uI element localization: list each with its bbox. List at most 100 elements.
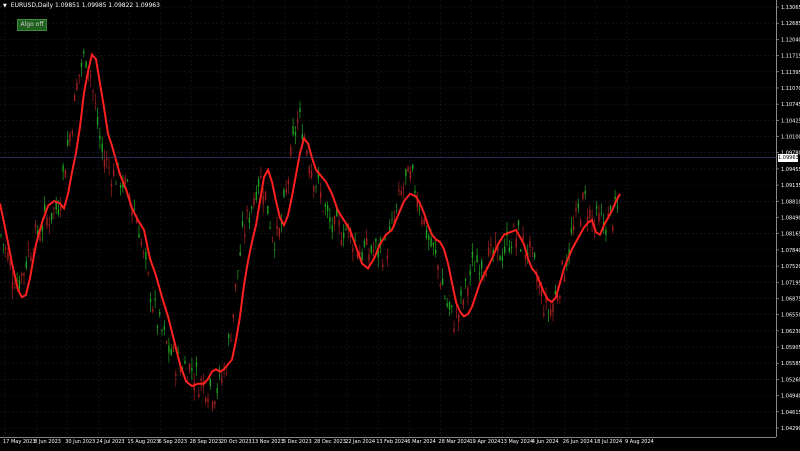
candle-body [255,191,257,201]
candle-body [175,373,177,376]
candle-body [361,252,363,260]
candle-body [142,251,145,253]
price-tick-label: 1.06230 [781,329,800,335]
candle-body [324,204,326,207]
candle-body [531,247,533,249]
candle-body [372,249,375,252]
symbol-label: EURUSD,Daily [10,2,54,9]
candle-body [276,225,278,230]
candle-body [412,164,414,170]
collapse-triangle-icon[interactable]: ▼ [3,3,7,9]
candle-body [297,119,299,123]
candle-body [119,185,122,188]
candle-body [168,345,170,353]
price-tick-label: 1.05905 [781,345,800,351]
candle-body [110,184,113,187]
candle-body [499,256,501,261]
candle-body [467,287,469,296]
candle-body [543,313,545,316]
time-tick-label: 26 Jun 2024 [563,439,593,445]
candle-body [540,289,543,297]
time-tick-label: 13 Feb 2024 [376,439,407,445]
candle-body [149,298,152,303]
candle-body [200,378,202,381]
candle-body [147,272,149,275]
candle-body [237,270,239,272]
candle-body [579,220,582,227]
candle-body [172,346,175,350]
candle-body [244,234,246,237]
candle-body [402,187,405,189]
candle-body [570,227,573,234]
candle-body [389,226,391,231]
candle-body [343,232,345,239]
candle-body [338,221,340,225]
price-tick-label: 1.12685 [781,21,800,27]
candle-body [407,166,409,173]
candle-body [616,206,619,208]
time-tick-label: 28 Dec 2023 [314,439,346,445]
candle-body [554,290,556,295]
candle-body [395,204,398,206]
candle-body [159,312,161,315]
candle-body [561,260,563,265]
candle-body [460,290,462,296]
candle-body [386,255,389,260]
candle-body [340,240,343,245]
candle-body [96,116,99,125]
chart-background [0,0,800,447]
candle-body [441,278,444,286]
candle-body [85,61,87,68]
candle-body [430,238,432,247]
candle-body [2,244,4,245]
candle-body [292,126,294,135]
candle-body [451,305,453,308]
candle-body [140,241,142,246]
chart-canvas[interactable]: 1.13065 1.12685 1.12040 1.11715 1.11395 1.110… [0,0,800,447]
candle-body [207,398,209,403]
candle-body [216,387,218,394]
candle-body [106,158,108,161]
candle-body [510,246,513,249]
candle-body [437,265,439,270]
candle-body [563,276,566,282]
candle-body [469,270,471,276]
time-tick-label: 19 Apr 2024 [470,439,501,445]
chart-window[interactable]: 1.13065 1.12685 1.12040 1.11715 1.11395 1.110… [0,0,800,447]
time-tick-label: 9 Aug 2024 [625,439,654,445]
candle-body [163,325,165,330]
candle-body [612,226,614,231]
candle-body [165,341,168,344]
candle-body [195,362,198,367]
candle-body [294,132,297,136]
candle-body [34,224,37,228]
current-price-tag: 1.09963 [778,154,799,162]
candle-body [462,300,464,306]
candle-body [99,135,101,140]
candle-body [46,217,48,226]
candle-body [11,281,14,289]
candle-body [448,302,451,310]
candle-body [69,134,71,142]
candle-body [368,253,370,261]
time-tick-label: 5 Dec 2023 [283,439,312,445]
time-tick-label: 22 Jan 2024 [345,439,375,445]
candle-body [418,208,421,210]
candle-body [375,238,377,243]
candle-body [228,334,230,339]
candle-body [453,328,455,333]
candle-body [409,170,412,179]
candle-body [0,234,2,236]
candle-body [154,298,156,301]
candle-body [55,203,57,210]
time-axis[interactable]: 17 May 20238 Jun 2023 30 Jun 2023 24 Jul 2… [3,439,654,445]
time-tick-label: 30 Jun 2023 [65,439,95,445]
candle-body [246,209,248,212]
algo-trading-badge[interactable]: Algo off [17,19,47,31]
candle-body [57,209,60,215]
price-tick-label: 1.08165 [781,232,800,238]
candle-body [322,211,324,212]
candle-body [290,146,292,156]
candle-body [145,251,147,260]
candle-body [455,308,458,310]
